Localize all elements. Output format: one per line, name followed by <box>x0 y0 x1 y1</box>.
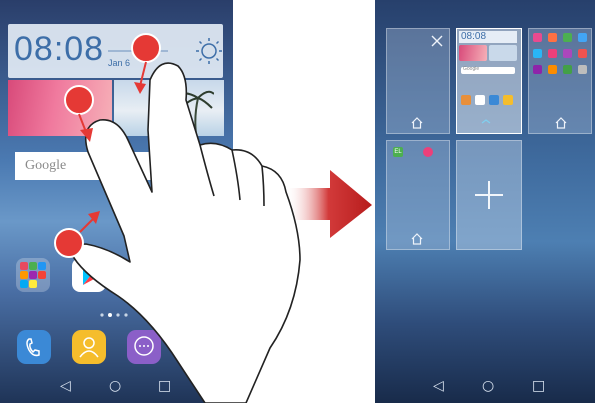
add-screen-card[interactable] <box>456 140 522 250</box>
mini-app-badge: EL <box>393 147 403 157</box>
page-indicator <box>100 313 128 317</box>
search-brand: Google <box>25 158 67 173</box>
play-store-icon[interactable] <box>72 258 106 292</box>
contacts-icon[interactable] <box>72 330 106 364</box>
mini-search: Google <box>463 66 480 72</box>
photo-widget-beach[interactable] <box>114 80 224 136</box>
mini-app-icon <box>461 95 471 105</box>
message-icon[interactable] <box>127 330 161 364</box>
app-folder[interactable] <box>16 258 50 292</box>
palm-tree-icon <box>175 90 214 134</box>
mini-app-icon <box>475 95 485 105</box>
navigation-bar: ◁ ○ □ <box>0 371 233 403</box>
mini-app-icon <box>489 95 499 105</box>
home-icon[interactable] <box>555 117 567 129</box>
close-icon[interactable] <box>431 35 443 47</box>
google-search-bar[interactable]: Google <box>15 152 215 180</box>
screen-thumbnail-empty[interactable] <box>386 28 450 134</box>
recents-button[interactable]: □ <box>158 378 171 394</box>
navigation-bar-right: ◁ ○ □ <box>375 371 595 403</box>
back-button[interactable]: ◁ <box>433 378 444 394</box>
clock-date: Jan 6 <box>108 58 131 68</box>
folder-grid-icon <box>20 262 46 288</box>
photo-widget-pink[interactable] <box>8 80 112 136</box>
back-button[interactable]: ◁ <box>60 378 71 394</box>
screen-thumbnail-apps[interactable] <box>528 28 592 134</box>
plus-icon[interactable] <box>473 179 505 211</box>
transition-arrow-icon <box>285 170 372 238</box>
clock-widget[interactable]: 08:08 Jan 6 <box>8 24 223 78</box>
home-icon[interactable] <box>411 233 423 245</box>
mini-photo-beach <box>489 45 517 61</box>
sun-icon <box>196 38 222 64</box>
home-icon[interactable] <box>481 119 491 127</box>
screen-thumbnail-active[interactable]: 08:08 Google <box>456 28 522 134</box>
recents-button[interactable]: □ <box>532 378 545 394</box>
mini-app-icon <box>503 95 513 105</box>
mini-photo-pink <box>459 45 487 61</box>
home-screen: 08:08 Jan 6 Google ◁ ○ □ <box>0 0 233 403</box>
clock-divider <box>108 50 168 52</box>
phone-icon[interactable] <box>17 330 51 364</box>
home-button[interactable]: ○ <box>109 378 121 394</box>
home-button[interactable]: ○ <box>482 378 494 394</box>
home-icon[interactable] <box>411 117 423 129</box>
screen-thumbnail-small-apps[interactable]: EL <box>386 140 450 250</box>
mini-clock: 08:08 <box>461 31 487 42</box>
clock-time: 08:08 <box>14 30 105 68</box>
